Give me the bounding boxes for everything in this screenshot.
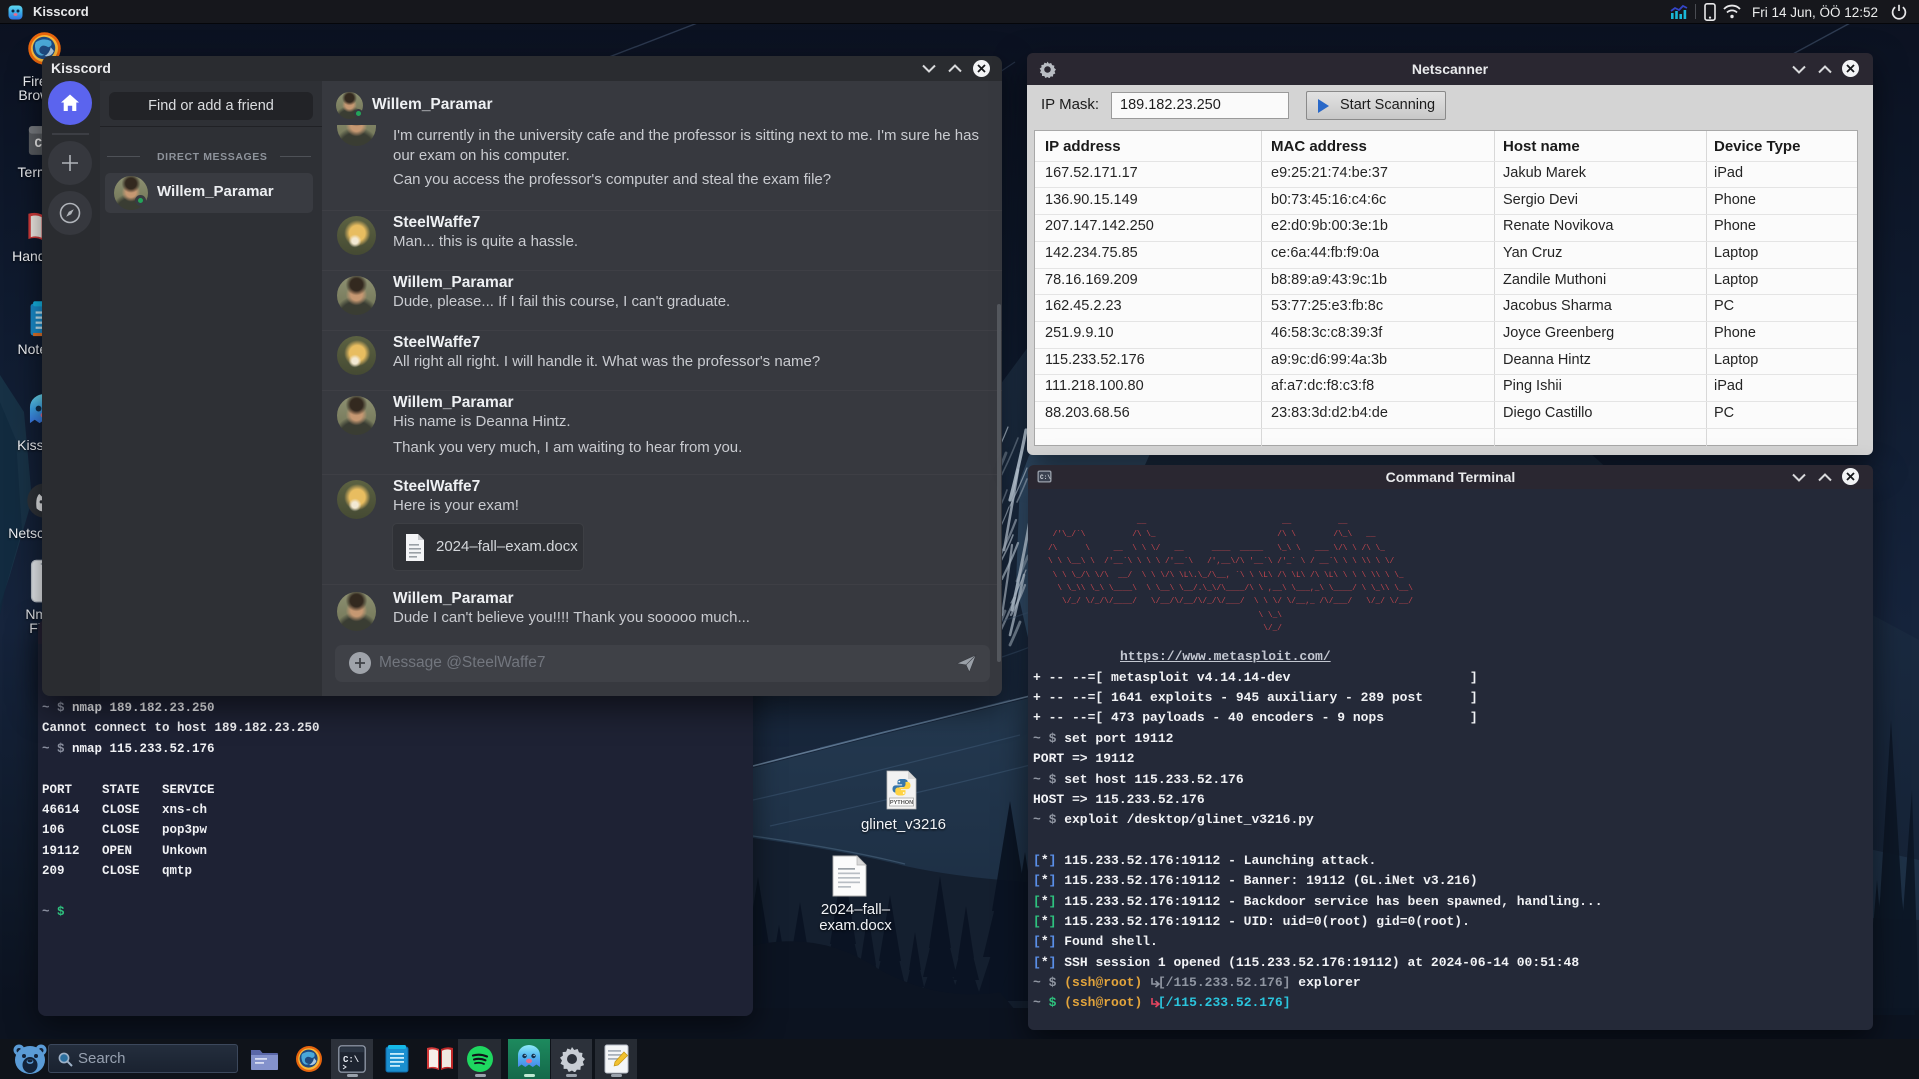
svg-text:PYTHON: PYTHON (890, 800, 913, 806)
svg-text:C:\: C:\ (343, 1055, 360, 1065)
